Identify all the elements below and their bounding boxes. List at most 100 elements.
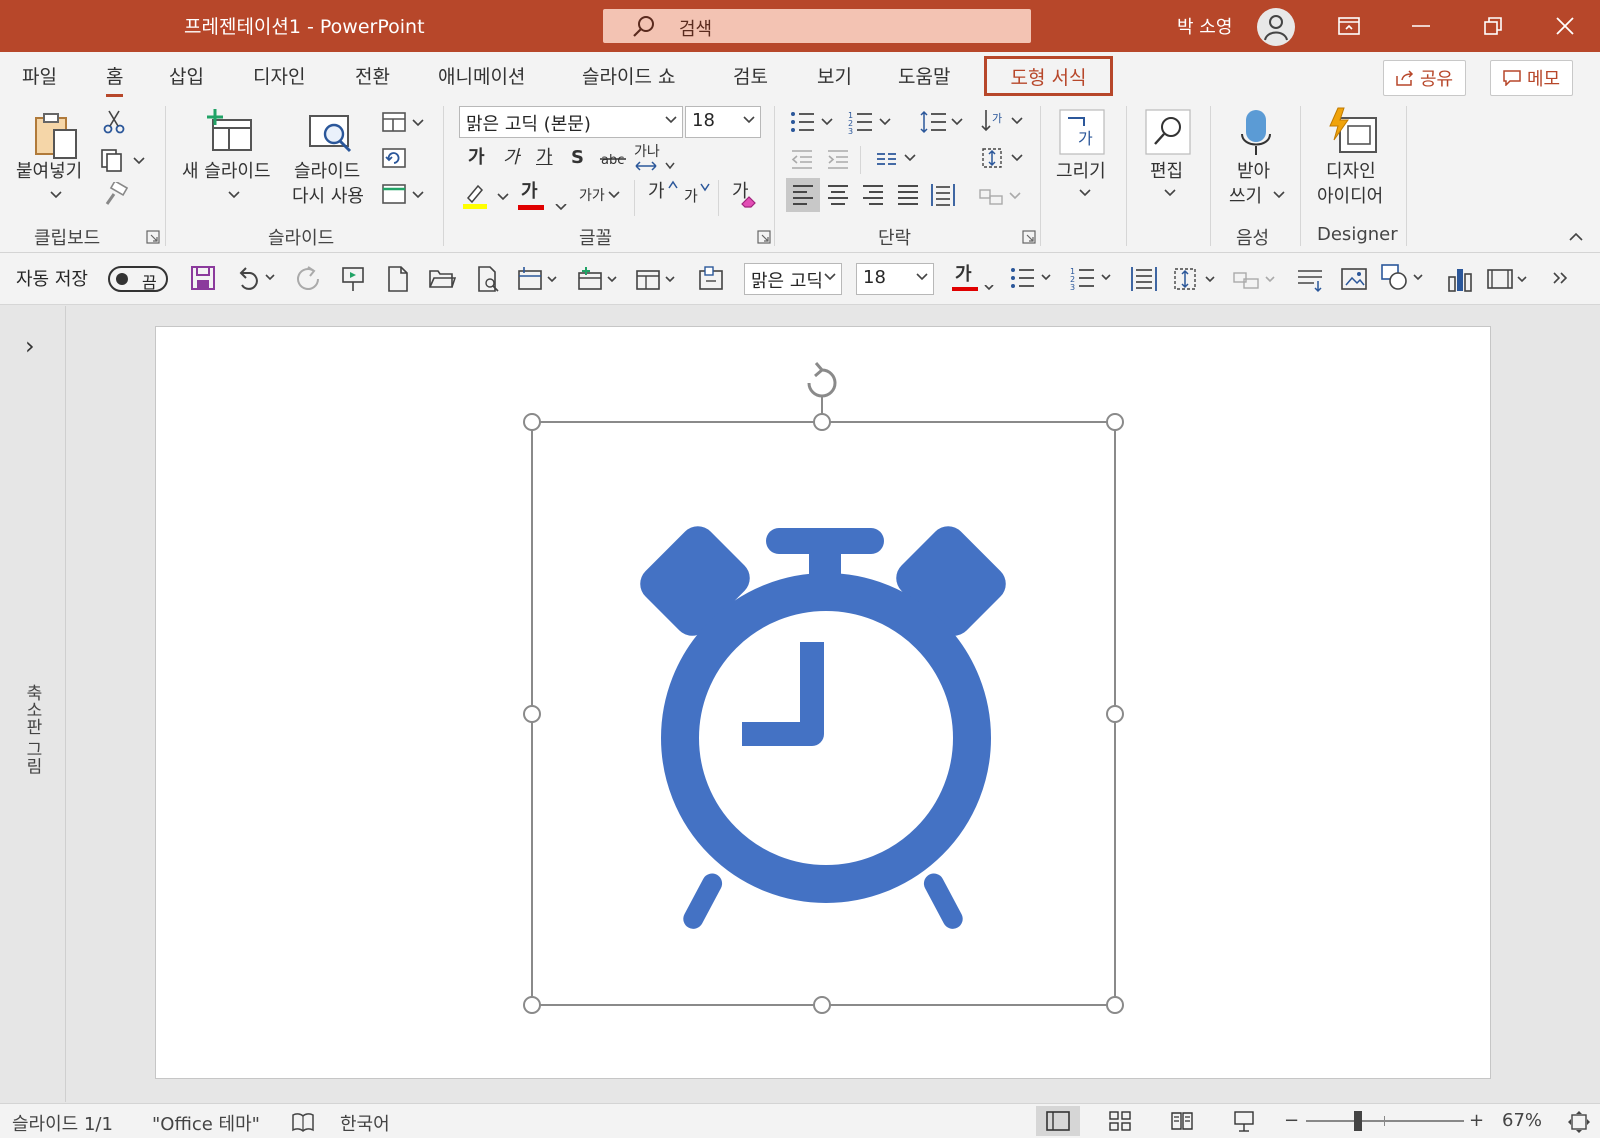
layout-icon[interactable] bbox=[381, 110, 427, 134]
design-ideas-button-line1[interactable]: 디자인 bbox=[1326, 160, 1376, 184]
dictate-dropdown-icon[interactable] bbox=[1272, 190, 1286, 200]
tab-view[interactable]: 보기 bbox=[817, 62, 852, 89]
qat-font-size-combo[interactable]: 18 bbox=[856, 263, 934, 295]
underline-button[interactable]: 가 bbox=[536, 146, 553, 170]
microphone-icon[interactable] bbox=[1238, 108, 1274, 158]
qat-chart-icon[interactable] bbox=[1446, 265, 1474, 293]
align-center-icon[interactable] bbox=[826, 183, 850, 207]
tab-home[interactable]: 홈 bbox=[106, 62, 124, 97]
paragraph-launcher-icon[interactable] bbox=[1022, 230, 1036, 244]
dictate-button-line1[interactable]: 받아 bbox=[1237, 160, 1270, 184]
columns-icon[interactable] bbox=[876, 150, 918, 168]
redo-icon[interactable] bbox=[294, 265, 322, 293]
copy-icon[interactable] bbox=[100, 148, 146, 172]
qat-bullets-icon[interactable] bbox=[1010, 265, 1056, 291]
chevron-down-icon[interactable] bbox=[607, 190, 621, 200]
qat-align-text-icon[interactable] bbox=[1172, 265, 1220, 293]
paste-button[interactable]: 붙여넣기 bbox=[16, 160, 82, 184]
dictate-button-line2[interactable]: 쓰기 bbox=[1229, 185, 1262, 209]
highlight-color-icon[interactable] bbox=[462, 182, 512, 210]
change-case-button[interactable]: 가가 bbox=[579, 184, 605, 208]
language[interactable]: 한국어 bbox=[340, 1110, 390, 1136]
close-button[interactable] bbox=[1545, 8, 1585, 44]
accessibility-book-icon[interactable] bbox=[292, 1112, 314, 1132]
new-slide-qat-icon[interactable] bbox=[576, 265, 620, 293]
thumbnails-label[interactable]: 축소판 그림 bbox=[20, 684, 45, 774]
font-color-button[interactable]: 가 bbox=[521, 180, 538, 204]
save-icon[interactable] bbox=[190, 265, 216, 291]
ribbon-display-options-button[interactable] bbox=[1329, 8, 1369, 44]
tab-insert[interactable]: 삽입 bbox=[169, 62, 204, 89]
drawing-shapes-icon[interactable]: 가 bbox=[1058, 108, 1106, 156]
text-shadow-button[interactable]: S bbox=[571, 146, 584, 170]
bold-button[interactable]: 가 bbox=[468, 146, 485, 170]
align-left-icon[interactable] bbox=[791, 183, 815, 207]
zoom-slider-thumb[interactable] bbox=[1354, 1111, 1362, 1131]
align-right-icon[interactable] bbox=[861, 183, 885, 207]
minimize-button[interactable] bbox=[1401, 8, 1441, 44]
increase-indent-icon[interactable] bbox=[826, 148, 850, 170]
tab-design[interactable]: 디자인 bbox=[253, 62, 305, 89]
tab-file[interactable]: 파일 bbox=[22, 62, 57, 89]
text-direction-icon[interactable]: 가 bbox=[980, 108, 1026, 134]
justify-icon[interactable] bbox=[896, 183, 920, 207]
resize-handle-bottom[interactable] bbox=[813, 996, 831, 1014]
qat-numbering-icon[interactable]: 123 bbox=[1070, 265, 1116, 291]
resize-handle-top[interactable] bbox=[813, 413, 831, 431]
search-box[interactable]: 검색 bbox=[603, 9, 1031, 43]
numbering-icon[interactable]: 123 bbox=[848, 110, 894, 134]
more-commands-icon[interactable] bbox=[1552, 271, 1570, 285]
reading-view-button[interactable] bbox=[1160, 1106, 1204, 1136]
new-file-icon[interactable] bbox=[386, 265, 410, 293]
qat-picture-icon[interactable] bbox=[1340, 265, 1368, 293]
tab-help[interactable]: 도움말 bbox=[898, 62, 950, 89]
italic-button[interactable]: 가 bbox=[503, 146, 520, 170]
tab-review[interactable]: 검토 bbox=[733, 62, 768, 89]
undo-icon[interactable] bbox=[234, 265, 278, 291]
clipboard-launcher-icon[interactable] bbox=[146, 230, 160, 244]
fit-to-window-icon[interactable] bbox=[1567, 1110, 1591, 1134]
new-slide-dropdown-icon[interactable] bbox=[227, 190, 241, 200]
reuse-slides-qat-icon[interactable] bbox=[698, 265, 726, 293]
cut-icon[interactable] bbox=[102, 110, 126, 134]
design-ideas-button-line2[interactable]: 아이디어 bbox=[1317, 185, 1383, 209]
qat-distributed-icon[interactable] bbox=[1130, 265, 1158, 293]
resize-handle-top-right[interactable] bbox=[1106, 413, 1124, 431]
tab-animations[interactable]: 애니메이션 bbox=[438, 62, 525, 89]
editing-search-icon[interactable] bbox=[1144, 108, 1192, 156]
align-text-icon[interactable] bbox=[980, 146, 1026, 170]
open-folder-icon[interactable] bbox=[428, 267, 456, 291]
strikethrough-icon[interactable]: abc bbox=[600, 150, 626, 168]
reuse-slides-button-line1[interactable]: 슬라이드 bbox=[294, 160, 360, 184]
tab-transitions[interactable]: 전환 bbox=[355, 62, 390, 89]
restore-button[interactable] bbox=[1473, 8, 1513, 44]
start-slideshow-icon[interactable] bbox=[340, 265, 366, 293]
normal-view-button[interactable] bbox=[1036, 1106, 1080, 1136]
slide-layout-qat-icon[interactable] bbox=[634, 265, 678, 293]
reuse-slides-icon[interactable] bbox=[308, 110, 356, 156]
print-preview-icon[interactable] bbox=[476, 265, 500, 293]
resize-handle-right[interactable] bbox=[1106, 705, 1124, 723]
autosave-toggle[interactable]: 끔 bbox=[108, 266, 168, 292]
new-slide-icon[interactable] bbox=[207, 108, 255, 154]
resize-handle-top-left[interactable] bbox=[523, 413, 541, 431]
zoom-slider-track[interactable] bbox=[1306, 1120, 1464, 1122]
slideshow-view-button[interactable] bbox=[1222, 1106, 1266, 1136]
format-painter-icon[interactable] bbox=[102, 182, 128, 206]
distributed-icon[interactable] bbox=[930, 182, 956, 208]
avatar[interactable] bbox=[1257, 8, 1295, 46]
qat-font-name-combo[interactable]: 맑은 고딕 bbox=[744, 263, 842, 295]
reset-slide-icon[interactable] bbox=[381, 146, 407, 170]
zoom-level[interactable]: 67% bbox=[1502, 1110, 1542, 1131]
qat-shapes-icon[interactable] bbox=[1380, 263, 1428, 293]
qat-font-color-icon[interactable] bbox=[952, 285, 998, 295]
user-name[interactable]: 박 소영 bbox=[1177, 13, 1232, 39]
tab-slideshow[interactable]: 슬라이드 쇼 bbox=[582, 62, 675, 89]
layout-qat-icon[interactable] bbox=[516, 265, 560, 293]
collapse-ribbon-icon[interactable] bbox=[1568, 232, 1584, 242]
slide-sorter-button[interactable] bbox=[1098, 1106, 1142, 1136]
new-slide-button[interactable]: 새 슬라이드 bbox=[182, 160, 271, 184]
qat-video-icon[interactable] bbox=[1486, 265, 1532, 293]
shrink-font-button[interactable]: 가 bbox=[684, 184, 698, 208]
tab-shape-format[interactable]: 도형 서식 bbox=[984, 56, 1113, 96]
